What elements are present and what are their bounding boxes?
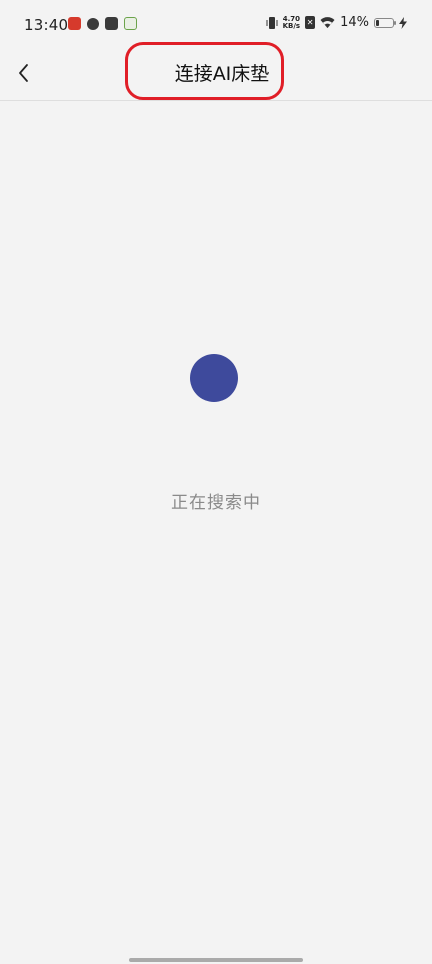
wechat-pay-icon xyxy=(124,17,137,30)
app-header: 连接AI床垫 xyxy=(0,42,432,101)
battery-icon xyxy=(374,17,396,28)
charging-bolt-icon xyxy=(399,16,407,29)
mail-icon xyxy=(105,17,118,30)
status-time: 13:40 xyxy=(24,16,69,34)
wifi-icon xyxy=(320,17,335,28)
notification-icons xyxy=(68,17,137,30)
app-red-icon xyxy=(68,17,81,30)
link-icon xyxy=(87,17,99,30)
close-box-icon: ✕ xyxy=(305,16,316,29)
battery-fill xyxy=(376,19,379,26)
vibrate-icon xyxy=(266,16,278,29)
net-speed-unit: KB/s xyxy=(282,21,301,30)
battery-percent: 14% xyxy=(340,15,369,30)
searching-status-text: 正在搜索中 xyxy=(171,493,261,513)
title-highlight-annotation xyxy=(125,42,284,100)
searching-indicator-dot xyxy=(190,354,238,402)
net-speed: 4.70 KB/s xyxy=(282,15,301,30)
status-right: 4.70 KB/s ✕ 14% xyxy=(266,15,407,30)
home-indicator[interactable] xyxy=(129,958,303,962)
